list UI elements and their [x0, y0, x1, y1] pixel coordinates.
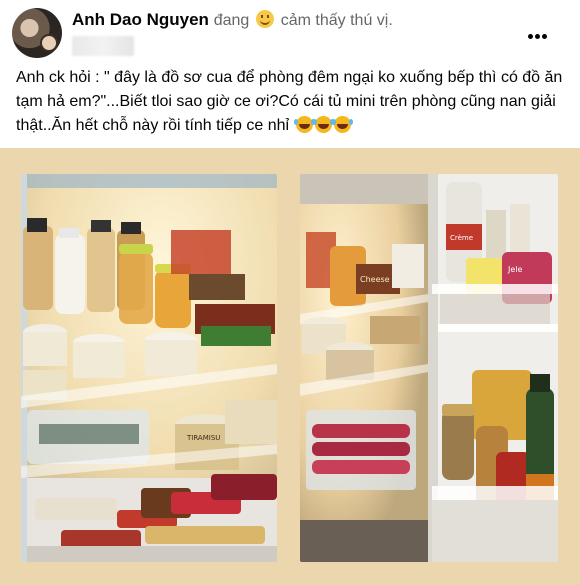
fridge-right-illustration: Cheese Crème Jele	[300, 174, 558, 562]
author-line: Anh Dao Nguyen đang cảm thấy thú vị.	[72, 10, 393, 30]
author-name[interactable]: Anh Dao Nguyen	[72, 10, 209, 29]
avatar[interactable]	[12, 8, 62, 58]
post-timestamp-blurred	[72, 36, 134, 56]
tiramisu-label: TIRAMISU	[186, 434, 220, 442]
rolling-on-floor-laughing-icon	[312, 116, 332, 133]
more-options-icon[interactable]	[528, 26, 552, 39]
rolling-on-floor-laughing-icon	[293, 116, 313, 133]
avatar-face	[40, 34, 58, 52]
photo-collage: TIRAMISU Cheese Crème Jele	[0, 148, 580, 585]
fridge-left-illustration: TIRAMISU	[21, 174, 277, 562]
feeling-text: cảm thấy thú vị.	[280, 12, 393, 29]
feeling-prefix: đang	[213, 12, 250, 29]
smile-emoji-icon	[256, 10, 275, 28]
photo-fridge-door[interactable]: Cheese Crème Jele	[300, 174, 558, 562]
post-header: Anh Dao Nguyen đang cảm thấy thú vị.	[0, 0, 580, 62]
jar-label: Crème	[450, 234, 473, 242]
sign-label: Cheese	[360, 275, 390, 284]
post-text: Anh ck hỏi : " đây là đồ sơ cua để phòng…	[16, 69, 563, 134]
rolling-on-floor-laughing-icon	[331, 116, 351, 133]
post-body: Anh ck hỏi : " đây là đồ sơ cua để phòng…	[16, 66, 572, 138]
pouch-label: Jele	[507, 265, 523, 274]
photo-fridge-shelves[interactable]: TIRAMISU	[21, 174, 277, 562]
